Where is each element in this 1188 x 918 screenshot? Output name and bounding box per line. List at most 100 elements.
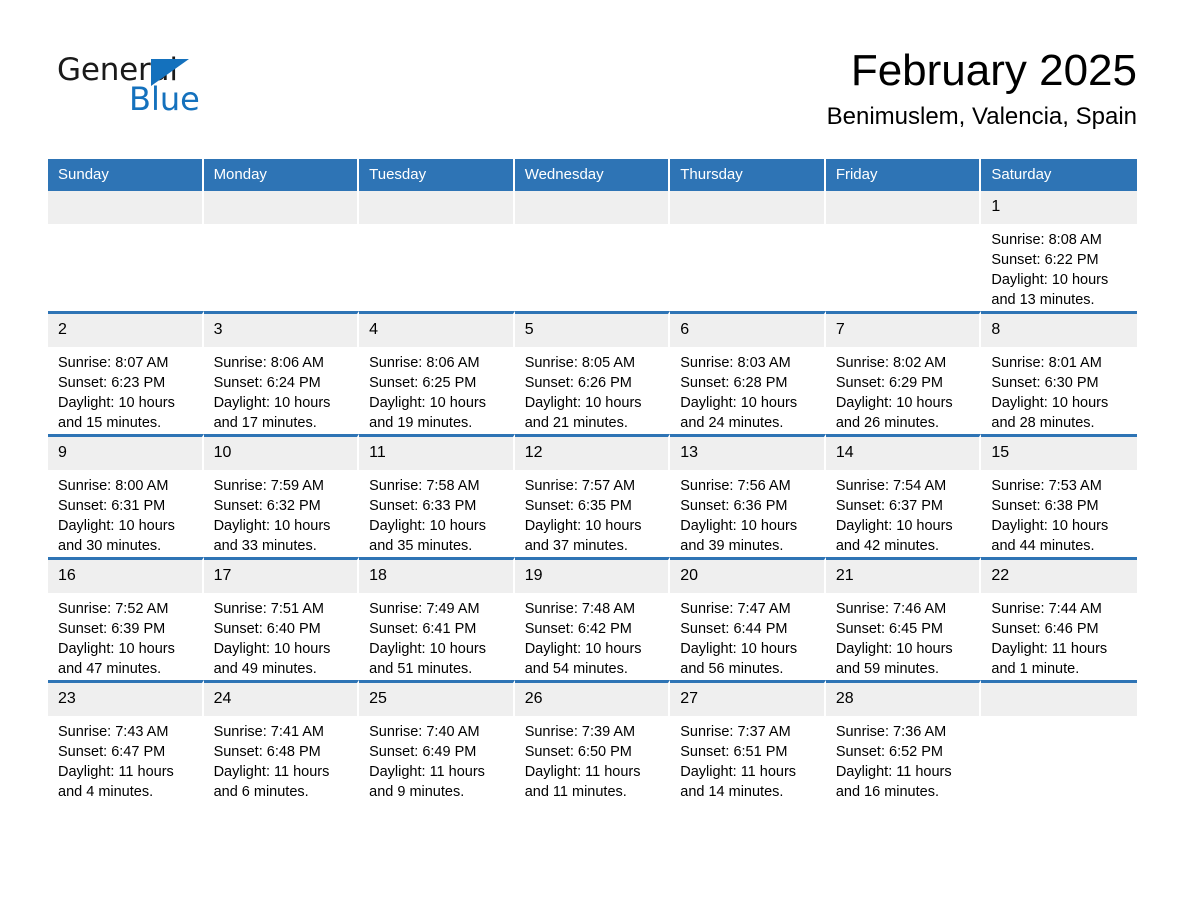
- calendar-day-cell[interactable]: 27 Sunrise: 7:37 AM Sunset: 6:51 PM Dayl…: [670, 680, 826, 803]
- daylight-text: Daylight: 11 hours and 11 minutes.: [524, 764, 641, 800]
- day-number: 6: [670, 314, 824, 347]
- weekday-header-tuesday: Tuesday: [359, 159, 515, 191]
- calendar-day-cell[interactable]: [981, 680, 1137, 803]
- sunrise-text: Sunrise: 8:05 AM: [524, 355, 636, 371]
- day-details: Sunrise: 8:05 AM Sunset: 6:26 PM Dayligh…: [515, 347, 669, 433]
- sunset-text: Sunset: 6:23 PM: [58, 375, 166, 391]
- daylight-text: Daylight: 10 hours and 39 minutes.: [680, 518, 798, 554]
- calendar-day-cell[interactable]: [825, 191, 982, 311]
- calendar-day-cell[interactable]: 16 Sunrise: 7:52 AM Sunset: 6:39 PM Dayl…: [48, 557, 204, 680]
- sunset-text: Sunset: 6:37 PM: [835, 498, 944, 514]
- sunset-text: Sunset: 6:41 PM: [369, 621, 477, 637]
- calendar-day-cell[interactable]: 28 Sunrise: 7:36 AM Sunset: 6:52 PM Dayl…: [825, 680, 982, 803]
- day-number: 9: [48, 437, 202, 470]
- day-number: 21: [825, 560, 980, 593]
- daylight-text: Daylight: 10 hours and 33 minutes.: [213, 518, 331, 554]
- calendar-day-cell[interactable]: 21 Sunrise: 7:46 AM Sunset: 6:45 PM Dayl…: [825, 557, 982, 680]
- sunrise-text: Sunrise: 7:37 AM: [680, 724, 791, 740]
- calendar-day-cell[interactable]: 7 Sunrise: 8:02 AM Sunset: 6:29 PM Dayli…: [825, 311, 982, 434]
- sunrise-text: Sunrise: 7:57 AM: [524, 478, 636, 494]
- daylight-text: Daylight: 10 hours and 47 minutes.: [58, 641, 175, 677]
- calendar-day-cell[interactable]: 5 Sunrise: 8:05 AM Sunset: 6:26 PM Dayli…: [514, 311, 671, 434]
- sunset-text: Sunset: 6:35 PM: [524, 498, 632, 514]
- sunrise-text: Sunrise: 8:03 AM: [680, 355, 791, 371]
- sunset-text: Sunset: 6:38 PM: [991, 498, 1099, 514]
- calendar-day-cell[interactable]: 18 Sunrise: 7:49 AM Sunset: 6:41 PM Dayl…: [359, 557, 515, 680]
- day-details: Sunrise: 7:58 AM Sunset: 6:33 PM Dayligh…: [359, 470, 513, 556]
- calendar-week-row: 23 Sunrise: 7:43 AM Sunset: 6:47 PM Dayl…: [48, 680, 1137, 803]
- calendar-day-cell[interactable]: 19 Sunrise: 7:48 AM Sunset: 6:42 PM Dayl…: [514, 557, 671, 680]
- calendar-day-cell[interactable]: 14 Sunrise: 7:54 AM Sunset: 6:37 PM Dayl…: [825, 434, 982, 557]
- calendar-day-cell[interactable]: [359, 191, 515, 311]
- day-number: 2: [48, 314, 202, 347]
- calendar-day-cell[interactable]: 17 Sunrise: 7:51 AM Sunset: 6:40 PM Dayl…: [203, 557, 360, 680]
- daylight-text: Daylight: 10 hours and 13 minutes.: [991, 272, 1109, 308]
- calendar-day-cell[interactable]: [514, 191, 671, 311]
- daylight-text: Daylight: 10 hours and 42 minutes.: [835, 518, 953, 554]
- weekday-header-wednesday: Wednesday: [514, 159, 671, 191]
- generalblue-logo[interactable]: General Blue: [57, 55, 257, 125]
- daylight-text: Daylight: 10 hours and 30 minutes.: [58, 518, 175, 554]
- sunrise-text: Sunrise: 8:06 AM: [369, 355, 480, 371]
- sunrise-text: Sunrise: 7:53 AM: [991, 478, 1102, 494]
- calendar-day-cell[interactable]: 12 Sunrise: 7:57 AM Sunset: 6:35 PM Dayl…: [514, 434, 671, 557]
- calendar-day-cell[interactable]: 25 Sunrise: 7:40 AM Sunset: 6:49 PM Dayl…: [359, 680, 515, 803]
- day-number: 27: [670, 683, 824, 716]
- sunset-text: Sunset: 6:44 PM: [680, 621, 788, 637]
- calendar-day-cell[interactable]: 20 Sunrise: 7:47 AM Sunset: 6:44 PM Dayl…: [670, 557, 826, 680]
- weekday-header-sunday: Sunday: [48, 159, 204, 191]
- calendar-day-cell[interactable]: 15 Sunrise: 7:53 AM Sunset: 6:38 PM Dayl…: [981, 434, 1137, 557]
- calendar-day-cell[interactable]: 6 Sunrise: 8:03 AM Sunset: 6:28 PM Dayli…: [670, 311, 826, 434]
- day-number: 25: [359, 683, 513, 716]
- sunset-text: Sunset: 6:24 PM: [213, 375, 321, 391]
- calendar-day-cell[interactable]: 2 Sunrise: 8:07 AM Sunset: 6:23 PM Dayli…: [48, 311, 204, 434]
- sunrise-text: Sunrise: 7:52 AM: [58, 601, 169, 617]
- calendar-day-cell[interactable]: [203, 191, 360, 311]
- daylight-text: Daylight: 10 hours and 51 minutes.: [369, 641, 486, 677]
- day-details: Sunrise: 7:52 AM Sunset: 6:39 PM Dayligh…: [48, 593, 202, 679]
- daylight-text: Daylight: 10 hours and 26 minutes.: [835, 395, 953, 431]
- calendar-day-cell[interactable]: 24 Sunrise: 7:41 AM Sunset: 6:48 PM Dayl…: [203, 680, 360, 803]
- day-details: Sunrise: 7:56 AM Sunset: 6:36 PM Dayligh…: [670, 470, 824, 556]
- calendar-day-cell[interactable]: 22 Sunrise: 7:44 AM Sunset: 6:46 PM Dayl…: [981, 557, 1137, 680]
- day-number: 15: [981, 437, 1137, 470]
- sunset-text: Sunset: 6:50 PM: [524, 744, 632, 760]
- daylight-text: Daylight: 10 hours and 17 minutes.: [213, 395, 331, 431]
- daylight-text: Daylight: 10 hours and 44 minutes.: [991, 518, 1109, 554]
- calendar-day-cell[interactable]: 8 Sunrise: 8:01 AM Sunset: 6:30 PM Dayli…: [981, 311, 1137, 434]
- calendar-day-cell[interactable]: 11 Sunrise: 7:58 AM Sunset: 6:33 PM Dayl…: [359, 434, 515, 557]
- day-number: [203, 191, 358, 224]
- day-details: Sunrise: 7:36 AM Sunset: 6:52 PM Dayligh…: [826, 716, 980, 802]
- sunset-text: Sunset: 6:29 PM: [835, 375, 944, 391]
- calendar-day-cell[interactable]: 9 Sunrise: 8:00 AM Sunset: 6:31 PM Dayli…: [48, 434, 204, 557]
- sunset-text: Sunset: 6:46 PM: [991, 621, 1099, 637]
- day-details: Sunrise: 8:00 AM Sunset: 6:31 PM Dayligh…: [48, 470, 202, 556]
- sunrise-text: Sunrise: 7:58 AM: [369, 478, 480, 494]
- calendar-day-cell[interactable]: 4 Sunrise: 8:06 AM Sunset: 6:25 PM Dayli…: [359, 311, 515, 434]
- daylight-text: Daylight: 10 hours and 54 minutes.: [524, 641, 642, 677]
- calendar-day-cell[interactable]: [48, 191, 204, 311]
- calendar-day-cell[interactable]: 23 Sunrise: 7:43 AM Sunset: 6:47 PM Dayl…: [48, 680, 204, 803]
- calendar-day-cell[interactable]: 3 Sunrise: 8:06 AM Sunset: 6:24 PM Dayli…: [203, 311, 360, 434]
- calendar-day-cell[interactable]: 1 Sunrise: 8:08 AM Sunset: 6:22 PM Dayli…: [981, 191, 1137, 311]
- day-number: 3: [203, 314, 358, 347]
- day-number: [359, 191, 513, 224]
- day-details: Sunrise: 7:51 AM Sunset: 6:40 PM Dayligh…: [204, 593, 358, 679]
- day-number: 8: [981, 314, 1137, 347]
- day-details: Sunrise: 7:47 AM Sunset: 6:44 PM Dayligh…: [670, 593, 824, 679]
- calendar-day-cell[interactable]: 13 Sunrise: 7:56 AM Sunset: 6:36 PM Dayl…: [670, 434, 826, 557]
- daylight-text: Daylight: 10 hours and 28 minutes.: [991, 395, 1109, 431]
- calendar-day-cell[interactable]: 10 Sunrise: 7:59 AM Sunset: 6:32 PM Dayl…: [203, 434, 360, 557]
- sunrise-text: Sunrise: 8:06 AM: [213, 355, 324, 371]
- daylight-text: Daylight: 10 hours and 49 minutes.: [213, 641, 331, 677]
- daylight-text: Daylight: 11 hours and 14 minutes.: [680, 764, 797, 800]
- daylight-text: Daylight: 11 hours and 9 minutes.: [369, 764, 485, 800]
- day-details: Sunrise: 8:03 AM Sunset: 6:28 PM Dayligh…: [670, 347, 824, 433]
- calendar-day-cell[interactable]: 26 Sunrise: 7:39 AM Sunset: 6:50 PM Dayl…: [514, 680, 671, 803]
- calendar-day-cell[interactable]: [670, 191, 826, 311]
- sunrise-text: Sunrise: 7:59 AM: [213, 478, 324, 494]
- day-number: 22: [981, 560, 1137, 593]
- day-number: 28: [825, 683, 980, 716]
- sunrise-text: Sunrise: 8:00 AM: [58, 478, 169, 494]
- day-number: 10: [203, 437, 358, 470]
